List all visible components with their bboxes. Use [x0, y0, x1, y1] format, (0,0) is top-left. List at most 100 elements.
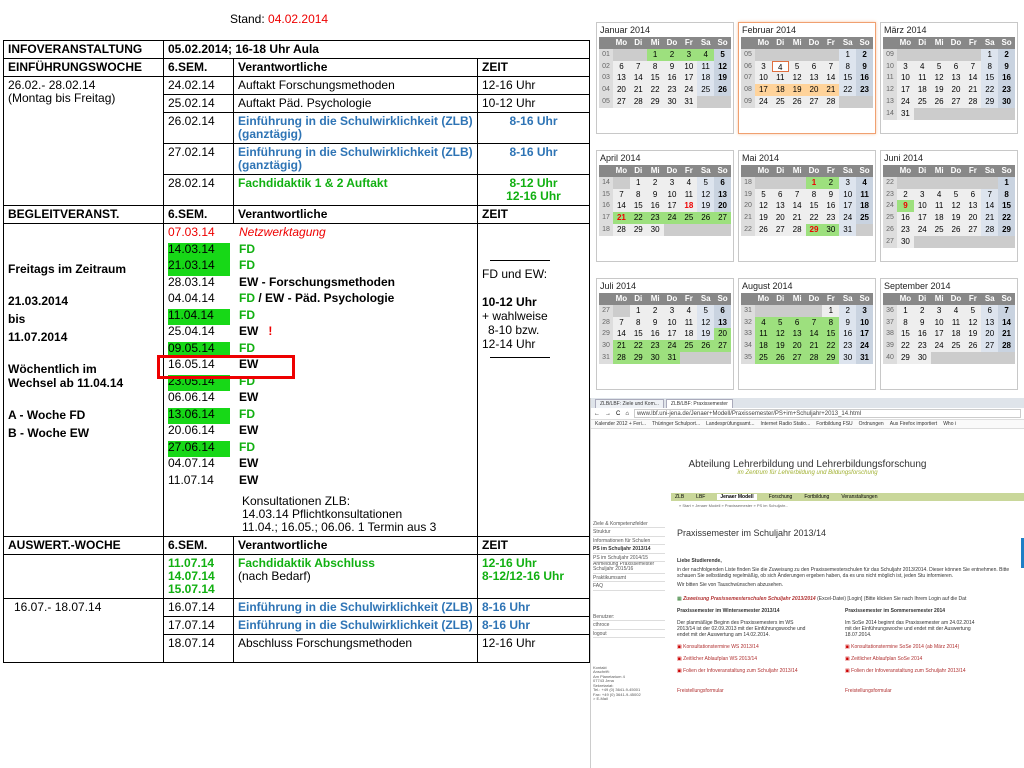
calendar-day[interactable]: 7: [964, 60, 982, 73]
calendar-day[interactable]: 31: [839, 223, 857, 236]
calendar-day[interactable]: 21: [788, 212, 806, 224]
calendar-day[interactable]: 5: [697, 176, 715, 189]
calendar-day[interactable]: 6: [788, 316, 806, 329]
calendar-day[interactable]: 23: [839, 340, 857, 352]
calendar-day[interactable]: 28: [613, 351, 630, 364]
calendar-day[interactable]: 19: [771, 340, 789, 352]
calendar-day[interactable]: 21: [629, 84, 647, 96]
calendar-day[interactable]: 19: [697, 328, 715, 341]
reload-icon[interactable]: C: [616, 411, 620, 417]
calendar-day[interactable]: 11: [755, 328, 772, 341]
pdf-link[interactable]: Zeitlicher Ablaufplan WS 2013/14: [677, 656, 811, 662]
menu-item[interactable]: ZLB: [675, 494, 684, 500]
browser-tab-active[interactable]: ZLB/LBF: Praxissemester: [665, 399, 733, 408]
calendar-day[interactable]: 30: [839, 351, 857, 364]
calendar-day[interactable]: 3: [663, 176, 681, 189]
calendar-day[interactable]: 12: [964, 316, 982, 329]
calendar-day[interactable]: 8: [897, 316, 914, 329]
calendar-day[interactable]: 7: [805, 316, 823, 329]
calendar-day[interactable]: 17: [856, 328, 873, 341]
calendar-day[interactable]: 10: [680, 60, 698, 73]
calendar-day[interactable]: 11: [680, 316, 698, 329]
calendar-day[interactable]: 17: [913, 212, 931, 224]
calendar-day[interactable]: 26: [788, 95, 806, 108]
calendar-day[interactable]: 16: [998, 72, 1015, 85]
calendar-day[interactable]: 8: [981, 60, 999, 73]
calendar-day[interactable]: 14: [822, 72, 840, 85]
calendar-day[interactable]: 27: [805, 95, 823, 108]
calendar-day[interactable]: 24: [663, 212, 681, 224]
calendar-day[interactable]: 15: [805, 200, 823, 213]
form-link[interactable]: Freistellungsformular: [677, 688, 811, 694]
calendar-day[interactable]: 10: [755, 72, 772, 85]
calendar-day[interactable]: 28: [805, 351, 823, 364]
menu-item[interactable]: LBF: [696, 494, 705, 500]
calendar-day[interactable]: 27: [788, 351, 806, 364]
calendar-day[interactable]: 27: [964, 223, 982, 236]
calendar-day[interactable]: 9: [646, 188, 664, 201]
calendar-day[interactable]: 17: [930, 328, 948, 341]
calendar-day[interactable]: 15: [998, 200, 1015, 213]
calendar-day[interactable]: 26: [771, 351, 789, 364]
calendar-day[interactable]: 7: [981, 188, 999, 201]
calendar-day[interactable]: 30: [663, 95, 681, 108]
pdf-link[interactable]: Konsultationstermine WS 2013/14: [677, 644, 811, 650]
calendar-day[interactable]: 14: [613, 200, 630, 213]
calendar-day[interactable]: 15: [822, 328, 840, 341]
calendar-day[interactable]: 25: [697, 84, 715, 96]
calendar-day[interactable]: 31: [663, 351, 681, 364]
calendar-day[interactable]: 26: [697, 212, 715, 224]
calendar-day[interactable]: 5: [714, 48, 731, 61]
calendar-day[interactable]: 9: [856, 60, 873, 73]
calendar-day[interactable]: 13: [947, 72, 965, 85]
calendar-day[interactable]: 16: [663, 72, 681, 85]
calendar-day[interactable]: 9: [646, 316, 664, 329]
calendar-day[interactable]: 21: [613, 340, 630, 352]
calendar-day[interactable]: 14: [788, 200, 806, 213]
calendar-day[interactable]: 22: [629, 212, 647, 224]
calendar-day[interactable]: 15: [981, 72, 999, 85]
calendar-day[interactable]: 17: [663, 328, 681, 341]
calendar-day[interactable]: 8: [805, 188, 823, 201]
calendar-day[interactable]: 14: [613, 328, 630, 341]
calendar-day[interactable]: 30: [897, 235, 914, 248]
calendar-day[interactable]: 26: [755, 223, 772, 236]
calendar-day[interactable]: 1: [629, 304, 647, 317]
forward-icon[interactable]: →: [605, 411, 611, 417]
calendar-day[interactable]: 19: [964, 328, 982, 341]
calendar-day[interactable]: 3: [856, 304, 873, 317]
calendar-day[interactable]: 1: [897, 304, 914, 317]
calendar-day[interactable]: 11: [697, 60, 715, 73]
calendar-day[interactable]: 13: [964, 200, 982, 213]
calendar-day[interactable]: 27: [947, 95, 965, 108]
calendar-day[interactable]: 13: [714, 188, 731, 201]
calendar-day[interactable]: 29: [629, 223, 647, 236]
calendar-day[interactable]: 23: [646, 340, 664, 352]
calendar-day[interactable]: 17: [839, 200, 857, 213]
calendar-day[interactable]: 1: [805, 176, 823, 189]
menu-item-active[interactable]: Jenaer Modell: [717, 494, 757, 500]
calendar-day[interactable]: 1: [629, 176, 647, 189]
calendar-day[interactable]: 23: [663, 84, 681, 96]
calendar-day[interactable]: 16: [646, 200, 664, 213]
calendar-day[interactable]: 20: [947, 84, 965, 96]
calendar-day[interactable]: 28: [981, 223, 999, 236]
calendar-day[interactable]: 25: [913, 95, 931, 108]
calendar-day[interactable]: 24: [680, 84, 698, 96]
calendar-day[interactable]: 10: [913, 200, 931, 213]
calendar-day[interactable]: 12: [788, 72, 806, 85]
calendar-day[interactable]: 4: [755, 316, 772, 329]
calendar-day[interactable]: 20: [981, 328, 999, 341]
calendar-day[interactable]: 10: [930, 316, 948, 329]
calendar-day[interactable]: 13: [714, 316, 731, 329]
calendar-day[interactable]: 20: [788, 340, 806, 352]
calendar-day[interactable]: 25: [930, 223, 948, 236]
calendar-day[interactable]: 6: [714, 176, 731, 189]
bookmark[interactable]: Who i: [943, 421, 956, 427]
sidebar-item[interactable]: Anmeldung Praxissemester Schuljahr 2015/…: [593, 562, 665, 574]
calendar-day[interactable]: 10: [839, 188, 857, 201]
calendar-day[interactable]: 7: [629, 60, 647, 73]
calendar-day[interactable]: 10: [897, 72, 914, 85]
calendar-day[interactable]: 8: [646, 60, 664, 73]
calendar-day[interactable]: 3: [897, 60, 914, 73]
